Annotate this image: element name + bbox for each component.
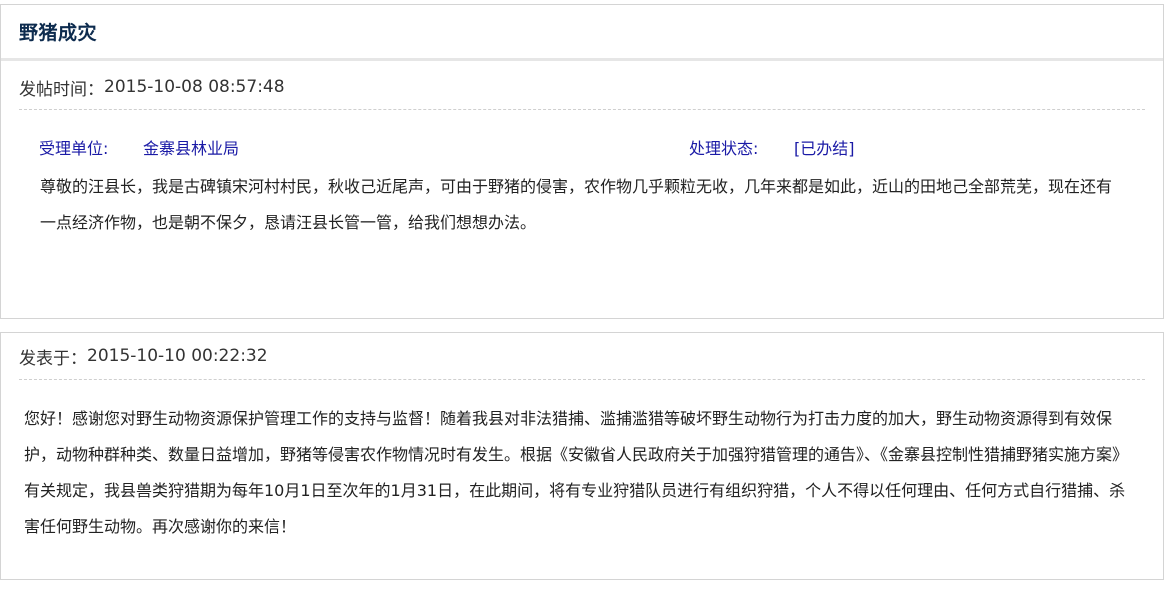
reply-time-value: 2015-10-10 00:22:32 bbox=[87, 346, 268, 366]
post-time-label: 发帖时间： bbox=[19, 79, 104, 100]
post-time-value: 2015-10-08 08:57:48 bbox=[104, 77, 285, 97]
post-panel: 野猪成灾 发帖时间： 2015-10-08 08:57:48 受理单位: 金寨县林… bbox=[0, 4, 1164, 319]
post-title-bar: 野猪成灾 bbox=[1, 5, 1163, 61]
reply-time-label: 发表于： bbox=[19, 348, 87, 369]
handling-unit-value: 金寨县林业局 bbox=[143, 139, 240, 158]
reply-panel: 发表于： 2015-10-10 00:22:32 您好！感谢您对野生动物资源保护管… bbox=[0, 332, 1164, 580]
post-content: 尊敬的汪县长，我是古碑镇宋河村村民，秋收己近尾声，可由于野猪的侵害，农作物几乎颗… bbox=[40, 177, 1113, 232]
post-title: 野猪成灾 bbox=[19, 22, 98, 44]
post-info-row: 受理单位: 金寨县林业局 处理状态: [已办结] bbox=[39, 135, 1139, 159]
post-time-row: 发帖时间： 2015-10-08 08:57:48 bbox=[19, 61, 1145, 110]
reply-content: 您好！感谢您对野生动物资源保护管理工作的支持与监督！随着我县对非法猎捕、滥捕滥猎… bbox=[24, 409, 1129, 536]
handling-status-value: [已办结] bbox=[794, 139, 855, 158]
handling-unit-label: 受理单位: bbox=[39, 139, 109, 158]
handling-status-label: 处理状态: bbox=[689, 139, 759, 158]
reply-time-row: 发表于： 2015-10-10 00:22:32 bbox=[19, 333, 1145, 380]
